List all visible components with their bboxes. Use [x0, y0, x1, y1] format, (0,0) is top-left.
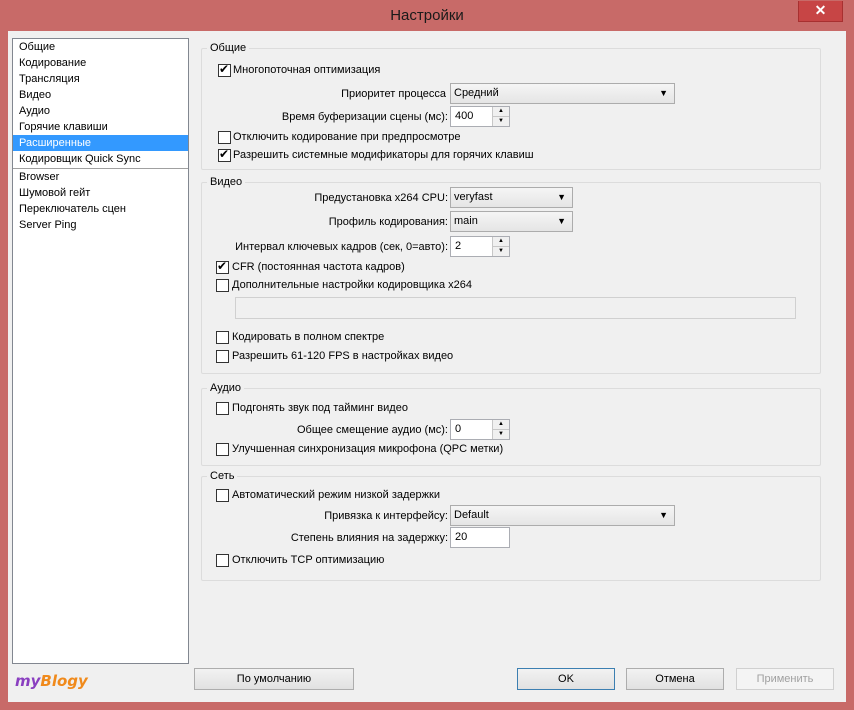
bind-interface-select[interactable]: Default ▼ — [450, 505, 675, 526]
general-group-label: Общие — [207, 41, 250, 55]
settings-category-list[interactable]: Общие Кодирование Трансляция Видео Аудио… — [12, 38, 189, 664]
chevron-down-icon: ▼ — [659, 510, 668, 520]
allow-high-fps-label: Разрешить 61-120 FPS в настройках видео — [232, 350, 454, 362]
buffer-label: Время буферизации сцены (мс): — [281, 111, 448, 123]
audio-offset-value: 0 — [455, 423, 462, 435]
close-icon: ✕ — [814, 2, 827, 18]
defaults-button[interactable]: По умолчанию — [194, 668, 354, 690]
cfr-checkbox[interactable] — [216, 259, 229, 274]
bind-interface-value: Default — [454, 509, 489, 521]
keyframe-value: 2 — [455, 240, 462, 252]
allow-modifiers-checkbox[interactable] — [218, 147, 231, 162]
low-latency-label: Автоматический режим низкой задержки — [232, 489, 440, 501]
myblogy-watermark-logo: myBlogy — [15, 672, 88, 690]
buffer-spinbox[interactable]: 400 ▲ ▼ — [450, 106, 510, 127]
sidebar-item-general[interactable]: Общие — [13, 39, 188, 55]
disable-preview-encoding-checkbox[interactable] — [218, 131, 231, 144]
chevron-down-icon: ▼ — [557, 216, 566, 226]
custom-x264-label: Дополнительные настройки кодировщика x26… — [232, 279, 472, 291]
apply-button[interactable]: Применить — [736, 668, 834, 690]
keyframe-spinbox[interactable]: 2 ▲ ▼ — [450, 236, 510, 257]
video-group-label: Видео — [207, 175, 246, 189]
audio-offset-spinbox[interactable]: 0 ▲ ▼ — [450, 419, 510, 440]
spin-down-icon[interactable]: ▼ — [493, 430, 509, 439]
sync-to-video-checkbox[interactable] — [216, 402, 229, 415]
sidebar-item-hotkeys[interactable]: Горячие клавиши — [13, 119, 188, 135]
multithread-checkbox[interactable] — [218, 62, 231, 77]
title-bar[interactable]: Настройки ✕ — [0, 0, 854, 32]
latency-factor-input[interactable]: 20 — [450, 527, 510, 548]
x264-preset-value: veryfast — [454, 191, 493, 203]
latency-factor-label: Степень влияния на задержку: — [290, 532, 448, 544]
sidebar-item-noise-gate[interactable]: Шумовой гейт — [13, 185, 188, 201]
sidebar-item-quicksync[interactable]: Кодировщик Quick Sync — [13, 151, 188, 167]
disable-tcp-label: Отключить TCP оптимизацию — [232, 554, 385, 566]
sidebar-item-advanced[interactable]: Расширенные — [13, 135, 188, 151]
low-latency-checkbox[interactable] — [216, 489, 229, 502]
sidebar-item-browser[interactable]: Browser — [13, 169, 188, 185]
sidebar-item-scene-switcher[interactable]: Переключатель сцен — [13, 201, 188, 217]
close-button[interactable]: ✕ — [798, 1, 843, 22]
sidebar-item-broadcast[interactable]: Трансляция — [13, 71, 188, 87]
priority-label: Приоритет процесса — [341, 88, 446, 100]
disable-preview-encoding-label: Отключить кодирование при предпросмотре — [233, 131, 461, 143]
profile-value: main — [454, 215, 478, 227]
full-range-label: Кодировать в полном спектре — [232, 331, 385, 343]
spin-down-icon[interactable]: ▼ — [493, 117, 509, 126]
allow-modifiers-label: Разрешить системные модификаторы для гор… — [233, 149, 534, 161]
custom-x264-checkbox[interactable] — [216, 279, 229, 292]
spin-up-icon[interactable]: ▲ — [493, 107, 509, 117]
chevron-down-icon: ▼ — [659, 88, 668, 98]
sidebar-item-server-ping[interactable]: Server Ping — [13, 217, 188, 233]
priority-select[interactable]: Средний ▼ — [450, 83, 675, 104]
sync-to-video-label: Подгонять звук под тайминг видео — [232, 402, 408, 414]
x264-preset-label: Предустановка x264 CPU: — [314, 192, 448, 204]
cancel-button[interactable]: Отмена — [626, 668, 724, 690]
dialog-client: Общие Кодирование Трансляция Видео Аудио… — [8, 31, 846, 702]
x264-preset-select[interactable]: veryfast ▼ — [450, 187, 573, 208]
spin-up-icon[interactable]: ▲ — [493, 237, 509, 247]
multithread-label: Многопоточная оптимизация — [233, 64, 381, 76]
profile-label: Профиль кодирования: — [328, 216, 448, 228]
ok-button[interactable]: OK — [517, 668, 615, 690]
keyframe-label: Интервал ключевых кадров (сек, 0=авто): — [235, 241, 448, 253]
audio-offset-label: Общее смещение аудио (мс): — [296, 424, 448, 436]
settings-window: Настройки ✕ Общие Кодирование Трансляция… — [0, 0, 854, 710]
audio-group-label: Аудио — [207, 381, 245, 395]
latency-factor-value: 20 — [455, 531, 468, 543]
window-title: Настройки — [390, 7, 464, 24]
priority-value: Средний — [454, 87, 499, 99]
allow-high-fps-checkbox[interactable] — [216, 350, 229, 363]
spin-down-icon[interactable]: ▼ — [493, 247, 509, 256]
chevron-down-icon: ▼ — [557, 192, 566, 202]
buffer-value: 400 — [455, 110, 474, 122]
watermark-part1: my — [15, 672, 41, 690]
full-range-checkbox[interactable] — [216, 331, 229, 344]
mic-sync-label: Улучшенная синхронизация микрофона (QPC … — [232, 443, 504, 455]
watermark-part2: Blogy — [40, 672, 88, 690]
sidebar-item-audio[interactable]: Аудио — [13, 103, 188, 119]
network-group-label: Сеть — [207, 469, 238, 483]
mic-sync-checkbox[interactable] — [216, 443, 229, 456]
cfr-label: CFR (постоянная частота кадров) — [232, 261, 405, 273]
sidebar-item-video[interactable]: Видео — [13, 87, 188, 103]
sidebar-item-encoding[interactable]: Кодирование — [13, 55, 188, 71]
spin-up-icon[interactable]: ▲ — [493, 420, 509, 430]
disable-tcp-checkbox[interactable] — [216, 554, 229, 567]
bind-interface-label: Привязка к интерфейсу: — [324, 510, 448, 522]
custom-x264-input[interactable] — [235, 297, 796, 319]
profile-select[interactable]: main ▼ — [450, 211, 573, 232]
